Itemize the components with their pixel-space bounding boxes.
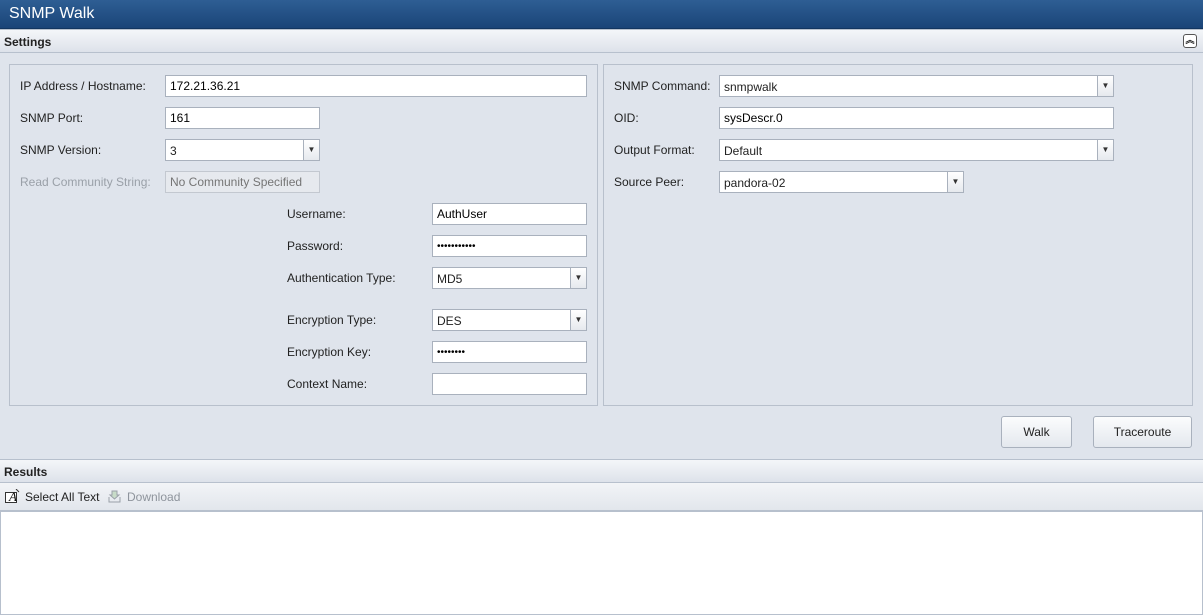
password-input[interactable]: ••••••••••• — [432, 235, 587, 257]
output-format-select[interactable]: Default ▼ — [719, 139, 1114, 161]
chevron-down-icon[interactable]: ▼ — [570, 268, 586, 288]
snmp-command-select[interactable]: snmpwalk ▼ — [719, 75, 1114, 97]
results-output[interactable] — [0, 511, 1203, 615]
snmp-version-value: 3 — [170, 144, 177, 158]
select-all-text-button[interactable]: A Select All Text — [5, 489, 99, 504]
community-string-input — [165, 171, 320, 193]
chevron-down-icon[interactable]: ▼ — [303, 140, 319, 160]
encryption-type-select[interactable]: DES ▼ — [432, 309, 587, 331]
community-label: Read Community String: — [20, 175, 151, 189]
source-peer-select[interactable]: pandora-02 ▼ — [719, 171, 964, 193]
chevron-down-icon[interactable]: ▼ — [1097, 140, 1113, 160]
version-label: SNMP Version: — [20, 143, 102, 157]
ip-address-input[interactable] — [165, 75, 587, 97]
select-all-label: Select All Text — [25, 490, 100, 504]
username-label: Username: — [287, 207, 346, 221]
peer-label: Source Peer: — [614, 175, 685, 189]
download-label: Download — [127, 490, 181, 504]
snmp-port-input[interactable] — [165, 107, 320, 129]
context-label: Context Name: — [287, 377, 368, 391]
traceroute-button[interactable]: Traceroute — [1093, 416, 1192, 448]
output-format-value: Default — [724, 144, 763, 158]
encryption-key-input[interactable]: •••••••• — [432, 341, 587, 363]
enc-key-label: Encryption Key: — [287, 345, 372, 359]
svg-text:A: A — [8, 489, 17, 503]
ip-label: IP Address / Hostname: — [20, 79, 146, 93]
command-label: SNMP Command: — [614, 79, 711, 93]
results-toolbar: A Select All Text Download — [0, 483, 1203, 511]
snmp-command-value: snmpwalk — [724, 80, 778, 94]
encryption-type-value: DES — [437, 314, 462, 328]
source-peer-value: pandora-02 — [724, 176, 786, 190]
results-header: Results — [0, 459, 1203, 483]
chevron-down-icon[interactable]: ▼ — [570, 310, 586, 330]
format-label: Output Format: — [614, 143, 695, 157]
walk-button[interactable]: Walk — [1001, 416, 1072, 448]
settings-header: Settings ︽ — [0, 29, 1203, 53]
enc-type-label: Encryption Type: — [287, 313, 377, 327]
context-name-input[interactable] — [432, 373, 587, 395]
text-select-icon: A — [5, 489, 20, 503]
oid-input[interactable] — [719, 107, 1114, 129]
download-button: Download — [107, 489, 180, 504]
collapse-up-icon[interactable]: ︽ — [1183, 34, 1197, 48]
chevron-down-icon[interactable]: ▼ — [1097, 76, 1113, 96]
username-input[interactable] — [432, 203, 587, 225]
chevron-down-icon[interactable]: ▼ — [947, 172, 963, 192]
window-title: SNMP Walk — [0, 0, 1203, 29]
auth-type-label: Authentication Type: — [287, 271, 396, 285]
settings-title: Settings — [4, 35, 52, 49]
auth-type-value: MD5 — [437, 272, 463, 286]
auth-type-select[interactable]: MD5 ▼ — [432, 267, 587, 289]
port-label: SNMP Port: — [20, 111, 84, 125]
oid-label: OID: — [614, 111, 639, 125]
snmp-version-select[interactable]: 3 ▼ — [165, 139, 320, 161]
results-title: Results — [4, 465, 48, 479]
password-label: Password: — [287, 239, 344, 253]
download-icon — [108, 490, 121, 503]
